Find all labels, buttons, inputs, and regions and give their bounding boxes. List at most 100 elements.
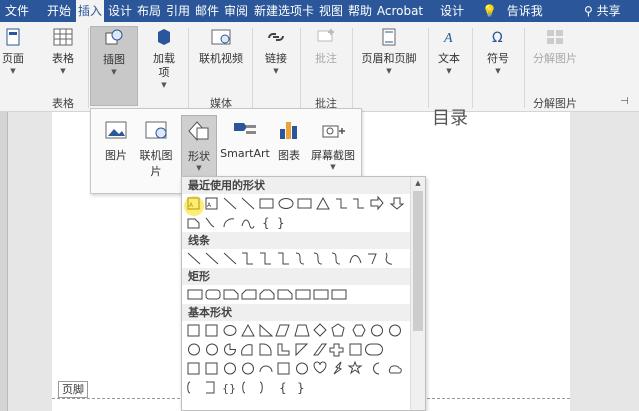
header-footer-label: 页眉和页脚 [361, 52, 417, 65]
comment-button[interactable]: 批注 [306, 26, 346, 106]
vertical-ruler [0, 112, 8, 411]
chart-button[interactable]: 图表 [273, 115, 305, 181]
person-icon: ⚲ [584, 4, 593, 18]
video-icon [211, 29, 231, 45]
online-video-button[interactable]: 联机视频 [192, 26, 250, 106]
chart-label: 图表 [278, 149, 300, 162]
category-lines: 线条 [182, 232, 425, 249]
recent-shapes-icons[interactable]: A A [185, 195, 410, 212]
category-rectangles: 矩形 [182, 268, 425, 285]
ribbon: 页面 ▼ 表格 ▼ 表格 插图 ▼ 加载 项 ▼ 联机视频 媒体 链接 ▼ 批注… [0, 22, 639, 112]
group-separator [300, 28, 301, 108]
svg-text:A: A [207, 202, 212, 209]
shapes-button[interactable]: 形状 ▼ [181, 115, 217, 181]
basic-shapes-icons-row-3[interactable] [185, 360, 410, 377]
page-icon [6, 28, 20, 46]
group-separator [252, 28, 253, 108]
online-picture-button[interactable]: 联机图片 [135, 115, 177, 181]
smartart-label: SmartArt [220, 147, 270, 160]
pages-label: 页面 [2, 52, 24, 65]
chevron-down-icon: ▼ [446, 67, 452, 75]
shapes-icon [188, 121, 209, 141]
chevron-down-icon: ▼ [330, 163, 336, 171]
chevron-down-icon: ▼ [10, 67, 16, 75]
basic-shapes-icons-row-2[interactable] [185, 341, 410, 358]
text-box-icon: A [443, 31, 453, 46]
symbols-button[interactable]: Ω 符号 ▼ [478, 26, 518, 106]
shape-row [182, 249, 425, 268]
scroll-up-icon[interactable]: ▲ [411, 179, 425, 187]
split-picture-button[interactable]: 分解图片 [528, 26, 582, 106]
group-label-split: 分解图片 [533, 97, 577, 110]
shape-row [182, 340, 425, 359]
screenshot-label: 屏幕截图 [311, 149, 355, 162]
pages-button[interactable]: 页面 ▼ [0, 26, 26, 106]
split-picture-label: 分解图片 [533, 52, 577, 65]
basic-shapes-icons-row-4[interactable]: {} { } [185, 379, 410, 396]
text-label: 文本 [438, 52, 460, 65]
tab-home[interactable]: 开始 [44, 0, 74, 22]
tab-design[interactable]: 设计 [106, 0, 134, 22]
addins-button[interactable]: 加载 项 ▼ [146, 26, 182, 106]
online-video-label: 联机视频 [199, 52, 243, 65]
tab-insert[interactable]: 插入 [76, 0, 104, 22]
basic-shapes-icons-row-1[interactable] [185, 322, 410, 339]
shape-row [182, 321, 425, 340]
pin-ribbon-icon[interactable]: ⊣ [620, 96, 629, 107]
camera-icon [322, 125, 345, 138]
smartart-icon [234, 123, 256, 134]
links-label: 链接 [265, 52, 287, 65]
svg-text:A: A [443, 31, 453, 46]
shape-row: A A [182, 194, 425, 213]
tab-mailings[interactable]: 邮件 [193, 0, 221, 22]
online-picture-label: 联机图片 [139, 149, 173, 178]
recent-shapes-icons-row-2[interactable]: { } [185, 214, 410, 231]
rectangle-shapes-icons[interactable] [185, 286, 410, 303]
header-footer-button[interactable]: 页眉和页脚 ▼ [356, 26, 422, 106]
split-picture-icon [547, 30, 563, 44]
group-separator [472, 28, 473, 108]
tab-layout[interactable]: 布局 [135, 0, 163, 22]
tab-file[interactable]: 文件 [0, 0, 34, 22]
svg-text:}: } [277, 216, 285, 230]
tab-review[interactable]: 审阅 [222, 0, 250, 22]
chevron-down-icon: ▼ [60, 67, 66, 75]
text-button[interactable]: A 文本 ▼ [432, 26, 466, 106]
share-label: 共享 [596, 4, 621, 18]
shape-row: { } [182, 213, 425, 232]
shapes-icon [105, 29, 123, 45]
picture-button[interactable]: 图片 [99, 115, 133, 181]
chevron-down-icon: ▼ [111, 68, 117, 76]
tell-me-label: 告诉我 [506, 4, 543, 18]
ribbon-tab-bar: 文件 开始 插入 设计 布局 引用 邮件 审阅 新建选项卡 视图 帮助 Acro… [0, 0, 639, 22]
illustrations-button[interactable]: 插图 ▼ [90, 26, 138, 106]
tell-me-search[interactable]: 💡 告诉我 [482, 0, 543, 22]
tab-help[interactable]: 帮助 [346, 0, 374, 22]
scrollbar-thumb[interactable] [413, 191, 423, 331]
illustrations-label: 插图 [103, 53, 125, 66]
smartart-button[interactable]: SmartArt [219, 115, 271, 181]
tab-references[interactable]: 引用 [164, 0, 192, 22]
shapes-gallery: 最近使用的形状 A A { } 线条 矩形 [181, 176, 426, 411]
line-shapes-icons[interactable] [185, 250, 410, 267]
shape-row [182, 285, 425, 304]
share-button[interactable]: ⚲ 共享 [584, 0, 621, 22]
footer-label[interactable]: 页脚 [58, 381, 88, 398]
gallery-scrollbar[interactable]: ▲ [410, 177, 425, 410]
tab-new-tab[interactable]: 新建选项卡 [252, 0, 316, 22]
group-separator [88, 28, 89, 108]
group-separator [428, 28, 429, 108]
table-icon [53, 28, 73, 46]
screenshot-button[interactable]: 屏幕截图 ▼ [307, 115, 359, 181]
chevron-down-icon: ▼ [196, 164, 202, 172]
group-separator [188, 28, 189, 108]
table-button[interactable]: 表格 ▼ [46, 26, 80, 106]
shapes-label: 形状 [188, 150, 210, 163]
tab-table-design[interactable]: 设计 [438, 0, 466, 22]
chevron-down-icon: ▼ [273, 67, 279, 75]
tab-acrobat[interactable]: Acrobat [376, 0, 424, 22]
comment-label: 批注 [315, 52, 337, 65]
links-button[interactable]: 链接 ▼ [258, 26, 294, 106]
omega-icon: Ω [492, 30, 503, 46]
tab-view[interactable]: 视图 [317, 0, 345, 22]
